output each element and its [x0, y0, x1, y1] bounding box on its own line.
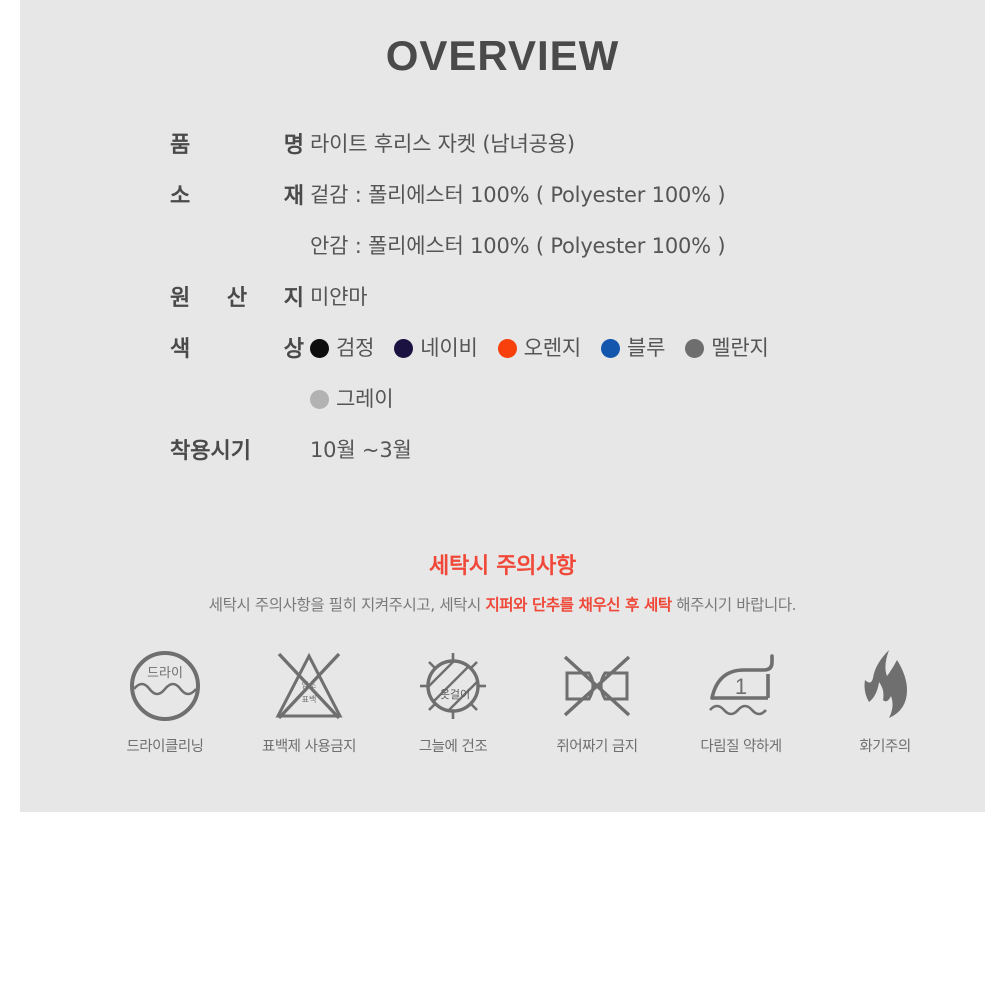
fire-caution-icon	[853, 645, 917, 727]
color-name: 오렌지	[523, 336, 582, 360]
dry-clean-icon: 드라이	[127, 645, 203, 727]
spec-value: 10월 ~3월	[310, 438, 412, 462]
care-icon-cell: 쥐어짜기 금지	[527, 645, 667, 756]
spec-label: 품 명	[170, 133, 304, 158]
dry-clean-inner-label: 드라이	[147, 666, 183, 681]
care-icon-cell: 화기주의	[815, 645, 955, 756]
no-bleach-icon: 염소 표백	[270, 645, 348, 727]
spec-value: 안감 : 폴리에스터 100% ( Polyester 100% )	[310, 234, 726, 258]
care-note-after: 해주시기 바랍니다.	[671, 596, 797, 614]
color-name: 검정	[336, 336, 375, 360]
spec-row-material: 소 재 겉감 : 폴리에스터 100% ( Polyester 100% )	[170, 178, 970, 229]
spec-label-spacer	[170, 229, 310, 280]
iron-low-icon: 1	[698, 645, 784, 727]
care-icon-cell: 염소 표백 표백제 사용금지	[239, 645, 379, 756]
color-name: 그레이	[336, 387, 394, 411]
color-item: 네이비	[394, 331, 478, 365]
color-swatch-icon	[601, 338, 620, 358]
icon-caption: 그늘에 건조	[418, 739, 488, 755]
spec-row-season: 착용시기 10월 ~3월	[170, 433, 970, 484]
color-item: 오렌지	[497, 331, 582, 365]
color-swatch-icon	[310, 338, 329, 358]
spec-table: 품 명 라이트 후리스 자켓 (남녀공용) 소 재 겉감 : 폴리에스터 100…	[170, 127, 970, 484]
spec-row-material-lining: 안감 : 폴리에스터 100% ( Polyester 100% )	[170, 229, 970, 280]
color-swatch-icon	[497, 338, 517, 358]
icon-caption: 화기주의	[859, 739, 911, 755]
svg-text:표백: 표백	[302, 694, 317, 704]
care-note: 세탁시 주의사항을 필히 지켜주시고, 세탁시 지퍼와 단추를 채우신 후 세탁…	[20, 593, 985, 615]
overview-panel: OVERVIEW 품 명 라이트 후리스 자켓 (남녀공용) 소 재 겉감 : …	[20, 0, 985, 812]
spec-row-colors: 색 상 검정 네이비 오렌지 블루 멜란지	[170, 331, 970, 382]
care-icon-cell: 옷걸이 그늘에 건조	[383, 645, 523, 756]
color-item: 블루	[601, 331, 665, 365]
color-name: 멜란지	[711, 336, 769, 360]
color-swatch-icon	[685, 338, 705, 358]
care-note-highlight: 지퍼와 단추를 채우신 후 세탁	[485, 596, 672, 614]
spec-label-spacer	[170, 382, 310, 433]
color-name: 블루	[627, 336, 666, 360]
color-swatch-list-primary: 검정 네이비 오렌지 블루 멜란지	[310, 331, 970, 365]
product-overview-page: OVERVIEW 품 명 라이트 후리스 자켓 (남녀공용) 소 재 겉감 : …	[0, 0, 1000, 1000]
spec-value: 겉감 : 폴리에스터 100% ( Polyester 100% )	[310, 183, 726, 207]
care-icon-cell: 드라이 드라이클리닝	[95, 645, 235, 756]
care-note-before: 세탁시 주의사항을 필히 지켜주시고, 세탁시	[208, 596, 486, 614]
spec-row-colors-second-line: 그레이	[170, 382, 970, 433]
spec-label: 원 산 지	[170, 286, 304, 311]
icon-caption: 드라이클리닝	[126, 739, 204, 755]
color-item: 검정	[310, 331, 374, 365]
color-name: 네이비	[420, 336, 478, 360]
care-section-heading: 세탁시 주의사항	[429, 554, 576, 579]
icon-caption: 표백제 사용금지	[262, 739, 357, 755]
spec-value: 라이트 후리스 자켓 (남녀공용)	[310, 132, 575, 156]
care-icon-cell: 1 다림질 약하게	[671, 645, 811, 756]
spec-row-origin: 원 산 지 미얀마	[170, 280, 970, 331]
color-item: 그레이	[310, 382, 394, 416]
icon-caption: 다림질 약하게	[700, 739, 782, 755]
spec-row-product-name: 품 명 라이트 후리스 자켓 (남녀공용)	[170, 127, 970, 178]
color-swatch-list-secondary: 그레이	[310, 382, 970, 416]
spec-label: 소 재	[170, 184, 304, 209]
dry-in-shade-icon: 옷걸이	[414, 645, 492, 727]
iron-temp-label: 1	[735, 674, 747, 699]
dry-shade-inner-label: 옷걸이	[440, 688, 470, 701]
no-wring-icon	[555, 645, 639, 727]
page-title: OVERVIEW	[385, 32, 620, 79]
spec-label: 착용시기	[170, 439, 251, 464]
color-swatch-icon	[310, 389, 329, 409]
spec-value: 미얀마	[310, 285, 368, 309]
spec-label: 색 상	[170, 337, 304, 362]
color-item: 멜란지	[685, 331, 769, 365]
icon-caption: 쥐어짜기 금지	[556, 739, 638, 755]
color-swatch-icon	[394, 338, 414, 358]
care-icon-row: 드라이 드라이클리닝 염소 표백 표백제 사용금지	[95, 645, 955, 756]
